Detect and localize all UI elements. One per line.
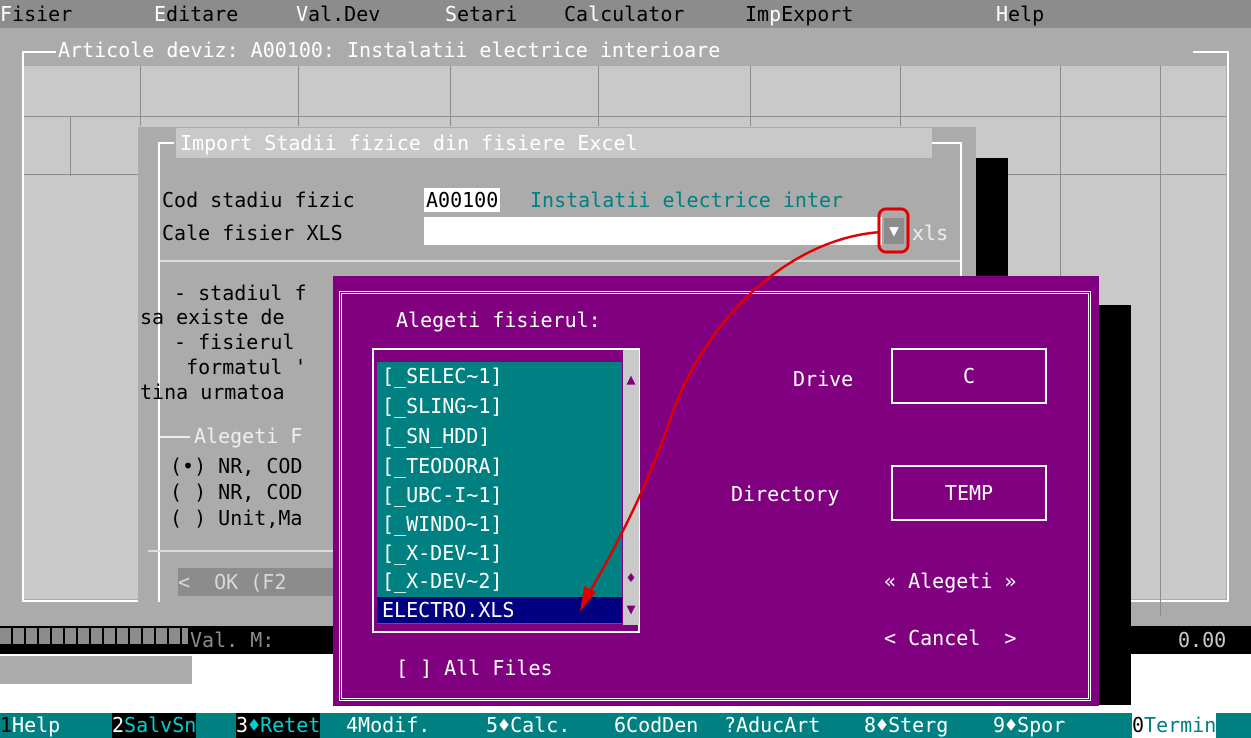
annotation-arrow	[580, 207, 910, 612]
